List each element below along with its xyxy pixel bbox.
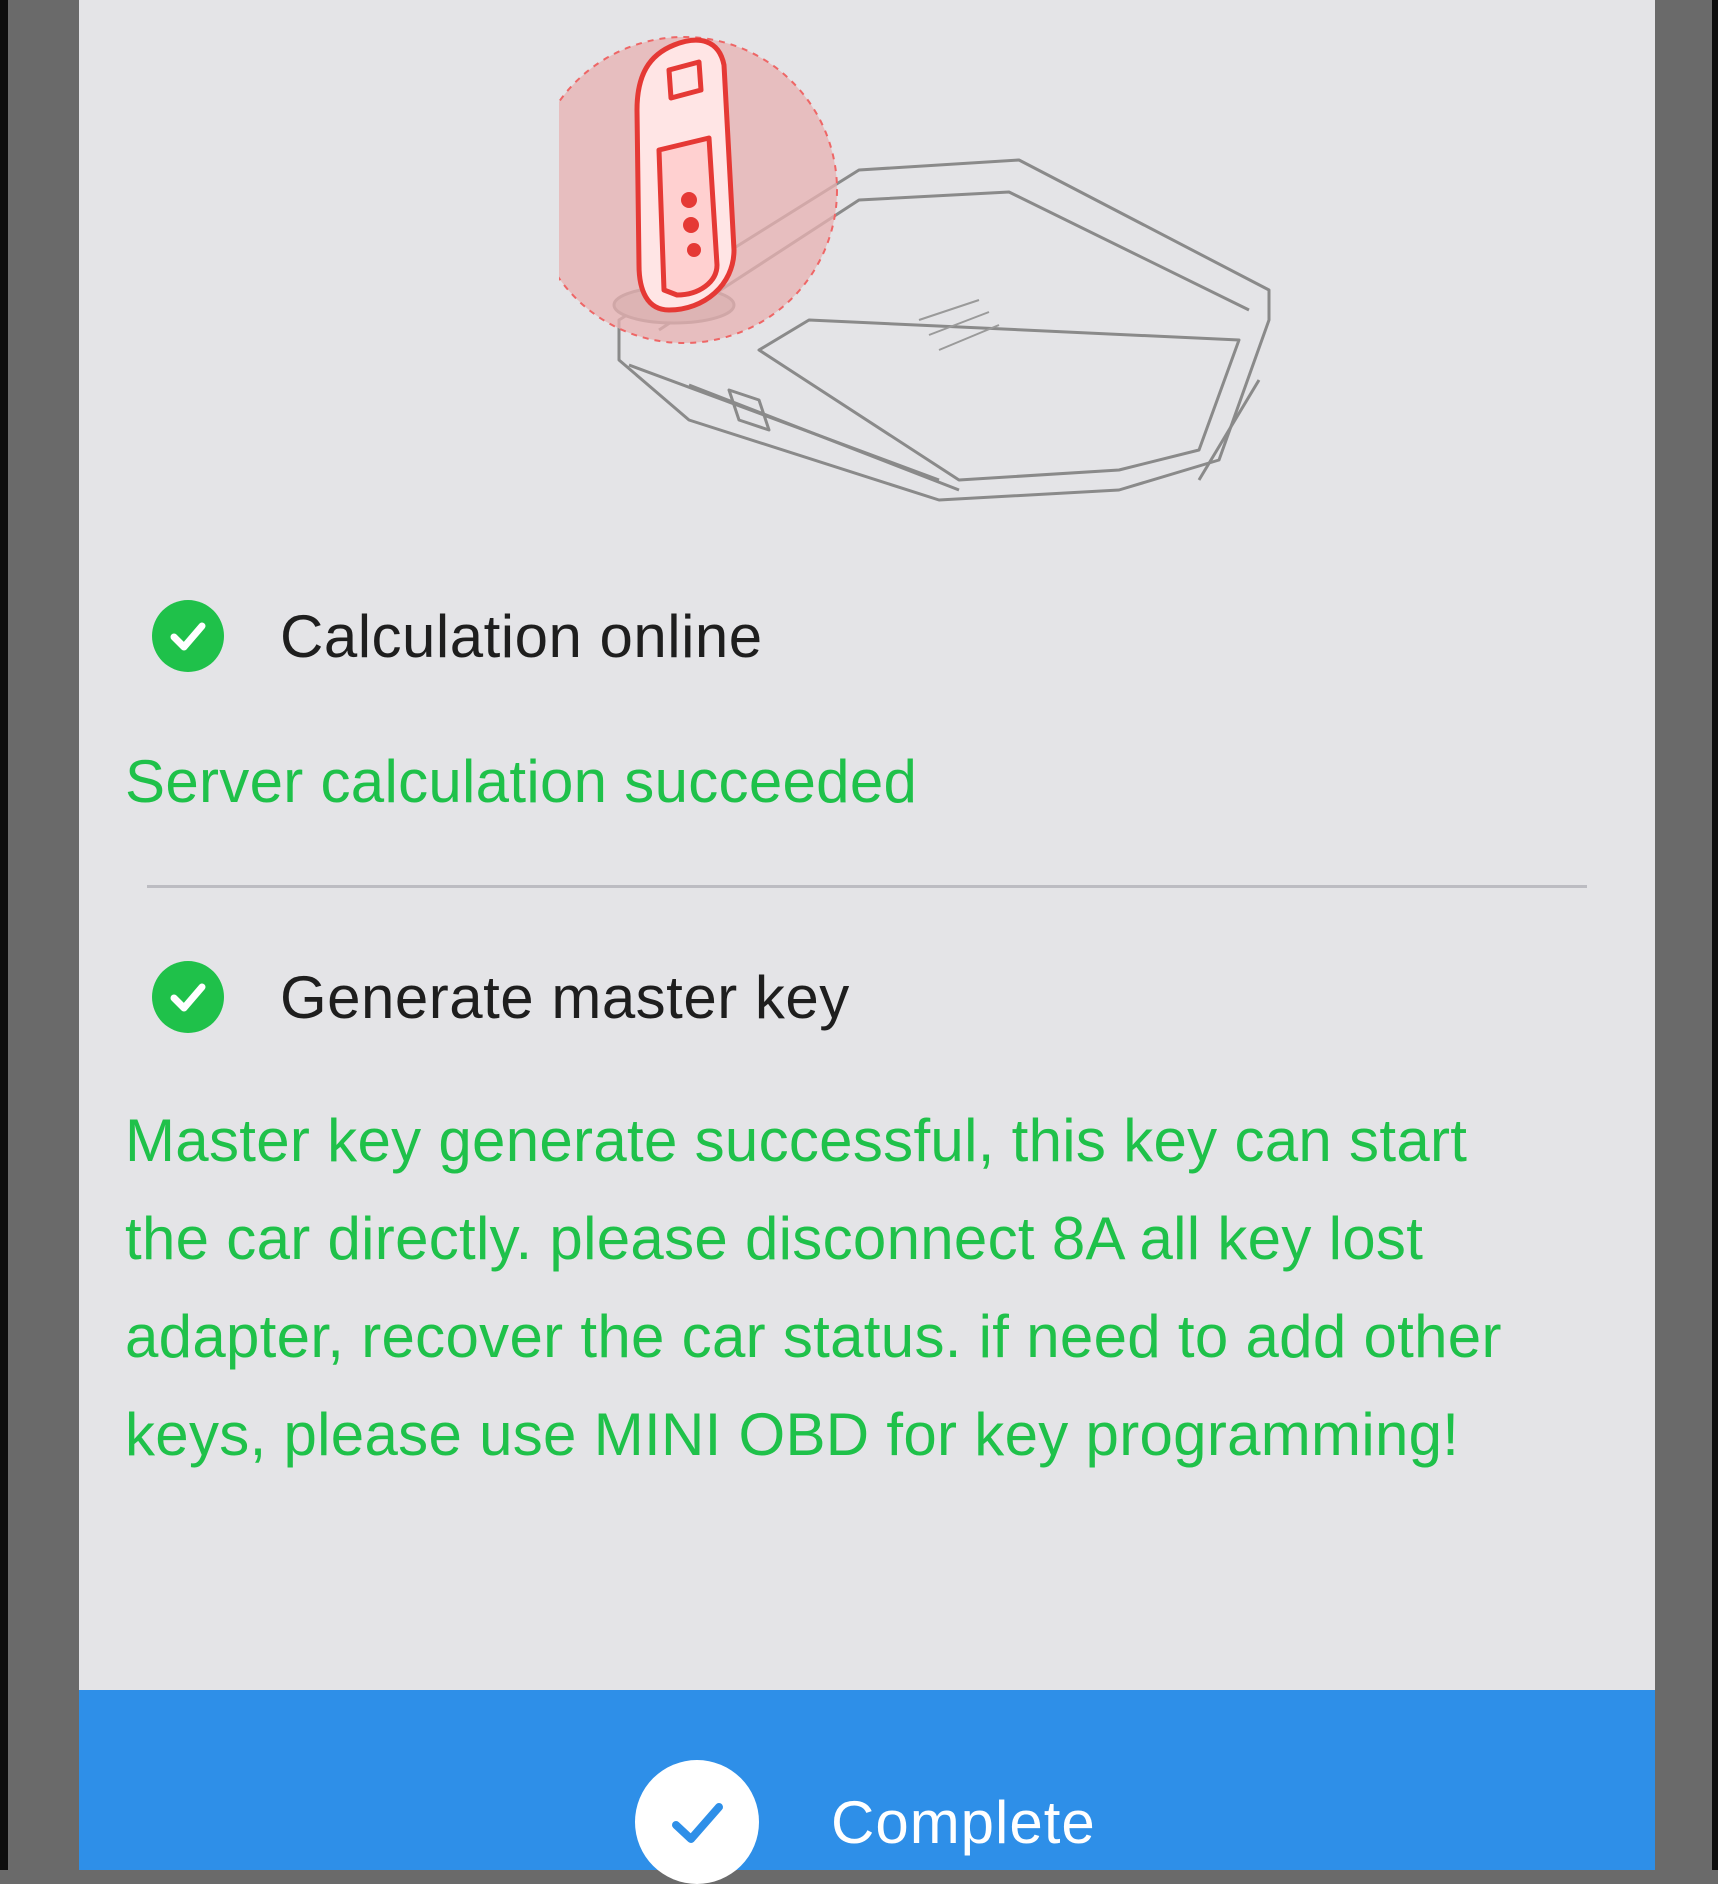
step-result-message: Master key generate successful, this key…	[125, 1107, 1502, 1468]
check-circle-icon	[152, 600, 224, 672]
complete-button[interactable]: Complete	[79, 1690, 1655, 1884]
step-result-message: Server calculation succeeded	[125, 748, 918, 815]
check-circle-icon	[152, 961, 224, 1033]
frame-right-edge	[1712, 0, 1718, 1870]
frame-left-edge	[0, 0, 8, 1870]
step-title: Calculation online	[280, 602, 763, 670]
checkmark-icon	[635, 1760, 759, 1884]
step-title: Generate master key	[280, 963, 850, 1031]
result-panel: Calculation online Server calculation su…	[79, 0, 1655, 1884]
step-calculation-online: Calculation online	[152, 600, 763, 672]
divider	[147, 885, 1587, 888]
complete-button-label: Complete	[831, 1789, 1096, 1856]
step-generate-master-key: Generate master key	[152, 961, 850, 1033]
key-in-programmer-illustration	[559, 36, 1271, 502]
